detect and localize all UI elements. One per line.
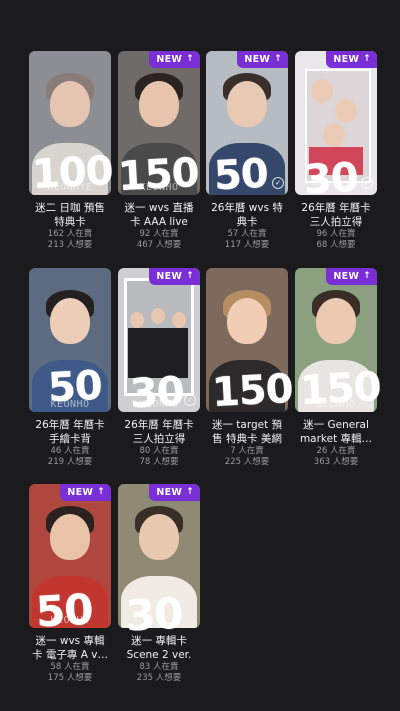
card-title: 26年曆 年曆卡 三人拍立得 xyxy=(301,202,371,228)
selling-count: 83 人在賣 xyxy=(139,662,179,672)
selling-count: 162 人在賣 xyxy=(47,229,93,239)
card-title: 迷一 General market 專輯… xyxy=(299,419,373,445)
handwritten-price: 30 xyxy=(302,154,359,204)
card-grid: KEONHYE 迷二 日咖 預售 特典卡 162 人在賣 213 人想要 NEW… xyxy=(0,0,400,711)
new-badge: NEW ↑ xyxy=(149,484,200,501)
check-circle-icon: ✓ xyxy=(272,177,284,189)
wanting-count: 117 人想要 xyxy=(224,240,270,250)
check-circle-icon: ✓ xyxy=(361,177,373,189)
product-card[interactable]: NEW ↑ ✓ KEONHO 26年曆 年曆卡 三人拍立得 80 人在賣 78 人… xyxy=(118,268,200,468)
wanting-count: 363 人想要 xyxy=(313,457,359,467)
selling-count: 80 人在賣 xyxy=(139,446,179,456)
wanting-count: 467 人想要 xyxy=(136,240,182,250)
new-badge: NEW ↑ xyxy=(326,268,377,285)
handwritten-price: 150 xyxy=(210,365,294,417)
handwritten-price: 100 xyxy=(30,147,114,199)
wanting-count: 68 人想要 xyxy=(316,240,356,250)
selling-count: 96 人在賣 xyxy=(316,229,356,239)
new-badge: NEW ↑ xyxy=(149,268,200,285)
selling-count: 7 人在賣 xyxy=(230,446,264,456)
handwritten-price: 30 xyxy=(124,588,184,641)
arrow-up-icon: ↑ xyxy=(97,487,105,497)
wanting-count: 235 人想要 xyxy=(136,673,182,683)
arrow-up-icon: ↑ xyxy=(186,271,194,281)
card-title: 26年曆 wvs 特 典卡 xyxy=(211,202,283,228)
arrow-up-icon: ↑ xyxy=(274,54,282,64)
wanting-count: 78 人想要 xyxy=(139,457,179,467)
wanting-count: 225 人想要 xyxy=(224,457,270,467)
new-badge: NEW ↑ xyxy=(60,484,111,501)
handwritten-price: 50 xyxy=(34,584,94,637)
selling-count: 92 人在賣 xyxy=(139,229,179,239)
arrow-up-icon: ↑ xyxy=(363,271,371,281)
selling-count: 57 人在賣 xyxy=(227,229,267,239)
product-card[interactable]: NEW ↑ ✓ 26年曆 年曆卡 三人拍立得 96 人在賣 68 人想要 xyxy=(295,51,377,251)
card-title: 迷一 wvs 專輯 卡 電子專 A v… xyxy=(32,635,108,661)
wanting-count: 219 人想要 xyxy=(47,457,93,467)
card-title: 迷二 日咖 預售 特典卡 xyxy=(35,202,105,228)
selling-count: 58 人在賣 xyxy=(50,662,90,672)
product-card[interactable]: NEW ↑ 迷一 專輯卡 Scene 2 ver. 83 人在賣 235 人想要 xyxy=(118,484,200,684)
card-title: 26年曆 年曆卡 三人拍立得 xyxy=(124,419,194,445)
new-badge: NEW ↑ xyxy=(237,51,288,68)
new-badge: NEW ↑ xyxy=(326,51,377,68)
selling-count: 26 人在賣 xyxy=(316,446,356,456)
card-title: 26年曆 年曆卡 手繪卡背 xyxy=(35,419,105,445)
card-title: 迷一 wvs 直播 卡 AAA live xyxy=(124,202,194,228)
product-card[interactable]: NEW ↑ KEONHO 迷一 wvs 專輯 卡 電子專 A v… 58 人在賣 … xyxy=(29,484,111,684)
arrow-up-icon: ↑ xyxy=(186,487,194,497)
handwritten-price: 150 xyxy=(298,363,382,415)
arrow-up-icon: ↑ xyxy=(363,54,371,64)
card-title: 迷一 target 預 售 特典卡 美網 xyxy=(211,419,283,445)
selling-count: 46 人在賣 xyxy=(50,446,90,456)
wanting-count: 175 人想要 xyxy=(47,673,93,683)
new-badge: NEW ↑ xyxy=(149,51,200,68)
handwritten-price: 50 xyxy=(46,362,103,412)
handwritten-price: 50 xyxy=(212,150,269,200)
wanting-count: 213 人想要 xyxy=(47,240,93,250)
handwritten-price: 150 xyxy=(116,149,200,201)
handwritten-price: 30 xyxy=(128,368,185,418)
arrow-up-icon: ↑ xyxy=(186,54,194,64)
